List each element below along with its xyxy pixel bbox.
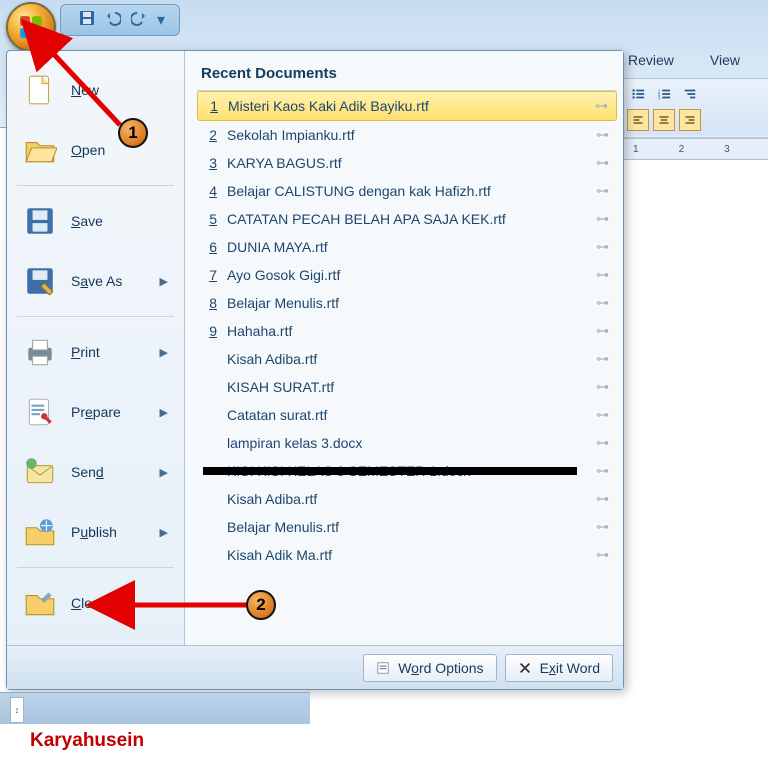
annotation-layer xyxy=(0,0,768,769)
credit-label: Karyahusein xyxy=(30,730,144,752)
